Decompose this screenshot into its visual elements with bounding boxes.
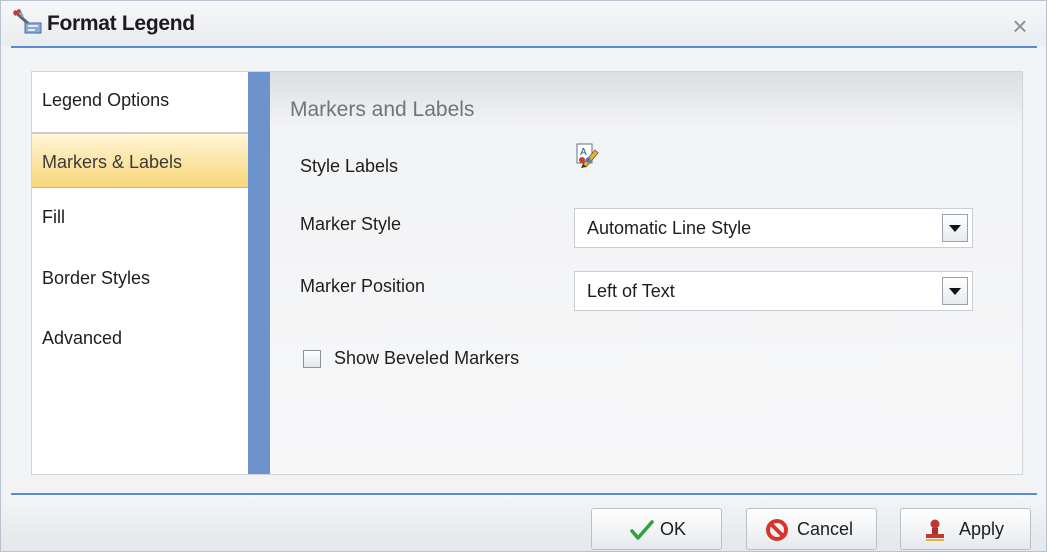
format-legend-icon [13,8,42,35]
dialog-title: Format Legend [47,12,195,35]
marker-style-select[interactable]: Automatic Line Style [574,208,973,248]
nav-item-legend-options[interactable]: Legend Options [32,72,248,128]
main-panel: Legend Options Markers & Labels Fill Bor… [31,71,1023,475]
close-icon[interactable]: × [1007,13,1033,39]
svg-text:A: A [580,147,587,158]
chevron-down-icon[interactable] [942,214,968,242]
section-title: Markers and Labels [290,98,475,121]
marker-style-value: Automatic Line Style [587,218,752,238]
nav-item-advanced[interactable]: Advanced [32,310,248,366]
apply-stamp-icon [926,519,944,541]
options-nav: Legend Options Markers & Labels Fill Bor… [32,72,248,474]
marker-position-select[interactable]: Left of Text [574,271,973,311]
style-labels-icon[interactable]: A [575,142,599,168]
nav-divider [248,72,270,474]
dialog-footer: OK Cancel Apply [1,495,1046,551]
title-bar: Format Legend × [1,1,1046,46]
markers-labels-panel: Markers and Labels Style Labels A Marker… [270,72,1022,474]
show-beveled-markers-checkbox[interactable] [303,350,321,368]
nav-item-border-styles[interactable]: Border Styles [32,250,248,306]
marker-position-label: Marker Position [300,276,426,296]
cancel-label: Cancel [797,519,854,539]
apply-label: Apply [959,519,1005,539]
format-legend-dialog: Format Legend × Legend Options Markers &… [0,0,1047,552]
marker-position-value: Left of Text [587,281,675,301]
nav-item-fill[interactable]: Fill [32,189,248,245]
checkmark-icon [630,520,654,540]
nav-item-markers-labels[interactable]: Markers & Labels [32,132,248,188]
ok-label: OK [660,519,687,539]
apply-button[interactable]: Apply [900,508,1031,550]
cancel-icon [766,519,788,541]
ok-button[interactable]: OK [591,508,722,550]
title-divider [11,46,1037,48]
cancel-button[interactable]: Cancel [746,508,877,550]
marker-style-label: Marker Style [300,214,402,234]
style-labels-label: Style Labels [300,156,399,176]
chevron-down-icon[interactable] [942,277,968,305]
show-beveled-markers-label[interactable]: Show Beveled Markers [334,348,519,369]
